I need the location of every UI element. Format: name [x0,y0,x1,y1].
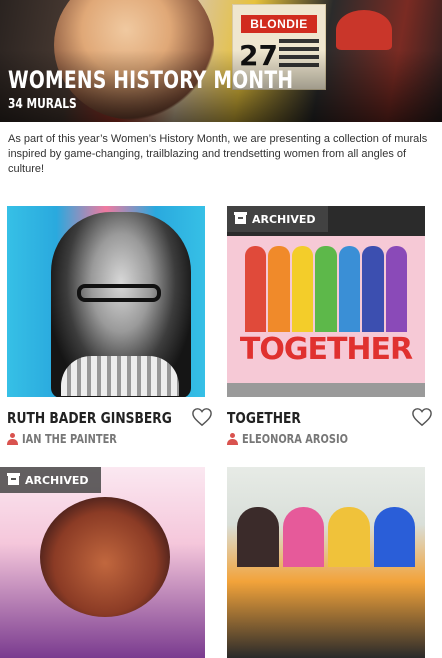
mural-lettering: TOGETHER [239,332,413,367]
archived-badge: ARCHIVED [227,206,328,232]
heart-outline-icon[interactable] [191,407,213,427]
mural-collar [61,356,179,396]
page-title: WOMENS HISTORY MONTH [8,66,294,94]
mural-card[interactable] [227,467,425,658]
mural-card[interactable]: ARCHIVED [0,467,205,658]
artist-link[interactable]: IAN THE PAINTER [7,432,138,446]
artist-name[interactable]: ELEONORA AROSIO [242,432,348,446]
mural-glasses [77,284,161,302]
mural-title[interactable]: TOGETHER [227,409,301,427]
hero-mural-lotus [336,10,392,50]
mural-image[interactable]: TOGETHER ARCHIVED [227,206,425,397]
poster-title: BLONDIE [241,15,317,33]
mural-figures [237,507,415,567]
heart-outline-icon[interactable] [411,407,433,427]
person-icon [227,433,238,445]
archived-label: ARCHIVED [252,212,316,226]
hero-banner: BLONDIE 27 WOMENS HISTORY MONTH 34 MURAL… [0,0,442,122]
archive-box-icon [7,472,20,485]
mural-count: 34 MURALS [8,97,77,112]
person-icon [7,433,18,445]
mural-image[interactable] [7,206,205,397]
archived-badge: ARCHIVED [0,467,101,493]
mural-image[interactable] [227,467,425,658]
mural-image[interactable]: ARCHIVED [0,467,205,658]
mural-card[interactable]: TOGETHER ARCHIVED TOGETHER ELEONORA AROS… [227,206,432,446]
artist-link[interactable]: ELEONORA AROSIO [227,432,371,446]
mural-sidewalk [227,383,425,397]
mural-card[interactable]: RUTH BADER GINSBERG IAN THE PAINTER [7,206,212,446]
archive-box-icon [234,211,247,224]
intro-text: As part of this year’s Women’s History M… [8,133,428,175]
mural-title[interactable]: RUTH BADER GINSBERG [7,409,172,427]
mural-figures [245,246,407,332]
artist-name[interactable]: IAN THE PAINTER [22,432,117,446]
mural-face [40,497,170,617]
archived-label: ARCHIVED [25,473,89,487]
